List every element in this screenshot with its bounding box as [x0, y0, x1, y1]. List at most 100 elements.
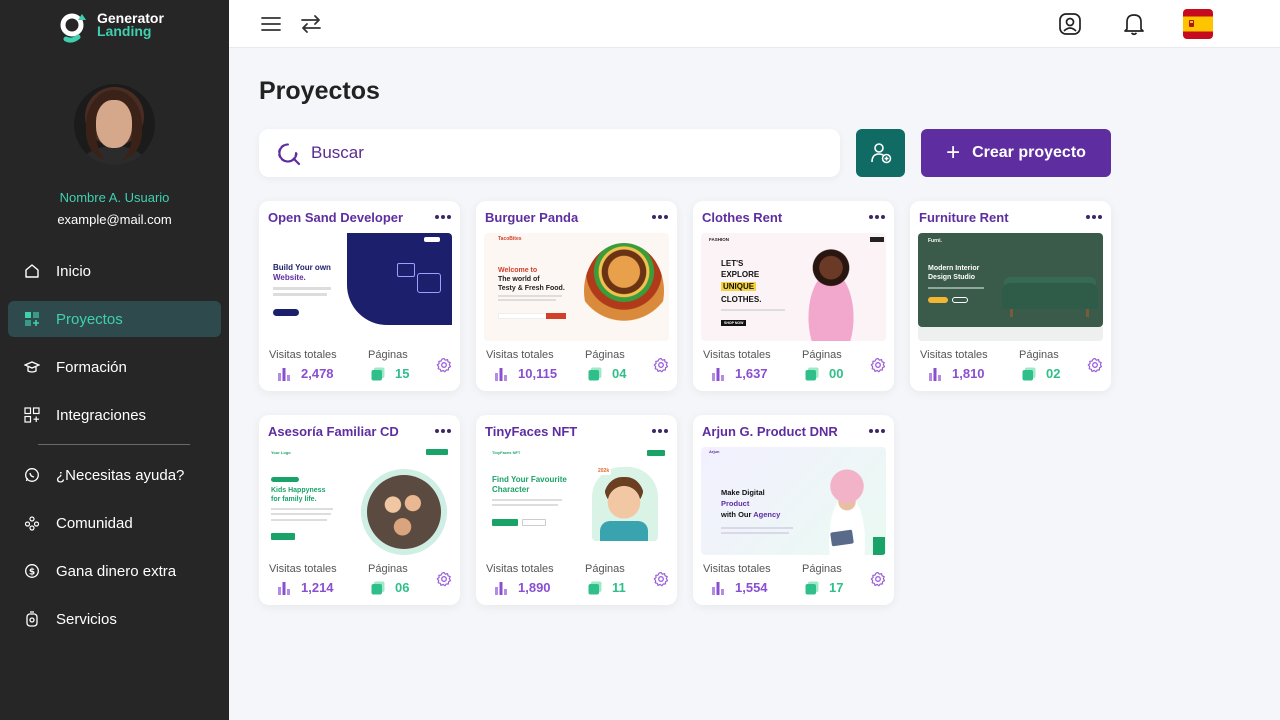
- settings-gear-icon[interactable]: [870, 357, 886, 373]
- language-flag-button[interactable]: [1183, 9, 1213, 39]
- more-options-icon[interactable]: [869, 210, 885, 224]
- community-icon: [24, 515, 40, 531]
- bar-chart-icon: [712, 581, 724, 595]
- add-user-icon: [870, 143, 891, 164]
- project-card[interactable]: Furniture Rent Furni. Modern Interior De…: [910, 201, 1111, 391]
- bell-icon: [1124, 14, 1144, 36]
- settings-gear-icon[interactable]: [870, 571, 886, 587]
- sidebar-item-ayuda[interactable]: ¿Necesitas ayuda?: [8, 457, 221, 493]
- thumb-headline2: for family life.: [271, 496, 317, 503]
- project-thumbnail[interactable]: FASHION LET'S EXPLORE UNIQUE CLOTHES. SH…: [701, 233, 886, 341]
- visits-value: 10,115: [494, 366, 557, 381]
- project-card[interactable]: Arjun G. Product DNR Arjun Make Digital …: [693, 415, 894, 605]
- project-card[interactable]: Asesoría Familiar CD Your Logo Kids Happ…: [259, 415, 460, 605]
- sidebar-item-inicio[interactable]: Inicio: [8, 253, 221, 289]
- brand-name: Generator Landing: [97, 11, 164, 38]
- project-card[interactable]: TinyFaces NFT TinyFaces NFT 202k Find Yo…: [476, 415, 677, 605]
- pages-count: 02: [1046, 366, 1061, 381]
- project-thumbnail[interactable]: TinyFaces NFT 202k Find Your Favourite C…: [484, 447, 669, 555]
- thumb-brand: TinyFaces NFT: [492, 450, 521, 455]
- sidebar-divider: [38, 444, 190, 445]
- sidebar-item-label: Gana dinero extra: [56, 562, 177, 580]
- settings-gear-icon[interactable]: [653, 571, 669, 587]
- visits-label: Visitas totales: [920, 349, 988, 361]
- create-project-label: Crear proyecto: [972, 144, 1086, 161]
- sidebar-item-servicios[interactable]: Servicios: [8, 601, 221, 637]
- search-bar[interactable]: [259, 129, 840, 177]
- project-name[interactable]: Clothes Rent: [702, 210, 782, 225]
- settings-gear-icon[interactable]: [436, 357, 452, 373]
- project-name[interactable]: Open Sand Developer: [268, 210, 403, 225]
- pages-value: 11: [588, 580, 626, 595]
- visits-value: 1,810: [928, 366, 985, 381]
- pages-label: Páginas: [802, 563, 842, 575]
- more-options-icon[interactable]: [1086, 210, 1102, 224]
- visits-label: Visitas totales: [269, 349, 337, 361]
- pages-stack-icon: [588, 367, 602, 380]
- pages-count: 04: [612, 366, 627, 381]
- notifications-button[interactable]: [1120, 10, 1148, 38]
- more-options-icon[interactable]: [869, 424, 885, 438]
- settings-gear-icon[interactable]: [653, 357, 669, 373]
- thumb-headline2: Design Studio: [928, 274, 976, 281]
- sidebar-item-label: Inicio: [56, 262, 92, 280]
- thumb-headline2: Character: [492, 485, 530, 494]
- thumb-headline: LET'S: [721, 259, 744, 268]
- sidebar-item-label: Formación: [56, 358, 127, 376]
- pages-label: Páginas: [585, 349, 625, 361]
- project-thumbnail[interactable]: Furni. Modern Interior Design Studio: [918, 233, 1103, 327]
- search-input[interactable]: [311, 143, 791, 163]
- pages-label: Páginas: [802, 349, 842, 361]
- project-name[interactable]: Asesoría Familiar CD: [268, 424, 399, 439]
- page-title: Proyectos: [259, 77, 380, 105]
- bar-chart-icon: [495, 581, 507, 595]
- create-project-button[interactable]: + Crear proyecto: [921, 129, 1111, 177]
- thumb-brand: FASHION: [709, 237, 730, 242]
- settings-gear-icon[interactable]: [1087, 357, 1103, 373]
- visits-count: 1,890: [518, 580, 551, 595]
- project-card[interactable]: Clothes Rent FASHION LET'S EXPLORE UNIQU…: [693, 201, 894, 391]
- project-card[interactable]: Open Sand Developer Build Your own Websi…: [259, 201, 460, 391]
- project-thumbnail[interactable]: Your Logo Kids Happyness for family life…: [267, 447, 452, 555]
- avatar[interactable]: [74, 84, 155, 165]
- sidebar-item-label: Comunidad: [56, 514, 133, 532]
- visits-value: 1,214: [277, 580, 334, 595]
- project-name[interactable]: TinyFaces NFT: [485, 424, 577, 439]
- visits-value: 1,554: [711, 580, 768, 595]
- pages-stack-icon: [805, 367, 819, 380]
- thumb-headline2: Product: [721, 499, 750, 508]
- menu-button[interactable]: [257, 10, 285, 38]
- logo-mark-icon: [60, 13, 86, 43]
- project-card[interactable]: Burguer Panda TacoBites Welcome to The w…: [476, 201, 677, 391]
- visits-count: 1,810: [952, 366, 985, 381]
- project-name[interactable]: Furniture Rent: [919, 210, 1009, 225]
- whatsapp-icon: [24, 467, 40, 483]
- more-options-icon[interactable]: [435, 424, 451, 438]
- thumb-brand: Arjun: [709, 449, 720, 454]
- sidebar-item-integraciones[interactable]: Integraciones: [8, 397, 221, 433]
- sidebar-item-proyectos[interactable]: Proyectos: [8, 301, 221, 337]
- pages-count: 15: [395, 366, 410, 381]
- svg-text:$: $: [29, 568, 35, 578]
- project-name[interactable]: Burguer Panda: [485, 210, 578, 225]
- more-options-icon[interactable]: [652, 424, 668, 438]
- switch-button[interactable]: [297, 10, 325, 38]
- project-thumbnail[interactable]: Arjun Make Digital Product with Our Agen…: [701, 447, 886, 555]
- sidebar-item-comunidad[interactable]: Comunidad: [8, 505, 221, 541]
- more-options-icon[interactable]: [435, 210, 451, 224]
- brand-logo[interactable]: Generator Landing: [60, 11, 180, 45]
- profile-button[interactable]: [1056, 10, 1084, 38]
- sidebar-item-gana-dinero[interactable]: $ Gana dinero extra: [8, 553, 221, 589]
- project-thumbnail[interactable]: TacoBites Welcome to The world of Testy …: [484, 233, 669, 341]
- more-options-icon[interactable]: [652, 210, 668, 224]
- project-name[interactable]: Arjun G. Product DNR: [702, 424, 838, 439]
- hamburger-icon: [261, 17, 281, 31]
- project-thumbnail[interactable]: Build Your own Website.: [267, 233, 452, 341]
- pages-stack-icon: [805, 581, 819, 594]
- sidebar-item-formacion[interactable]: Formación: [8, 349, 221, 385]
- add-user-button[interactable]: [856, 129, 905, 177]
- thumb-headline: Modern Interior: [928, 265, 980, 272]
- user-square-icon: [1059, 13, 1081, 35]
- pages-value: 04: [588, 366, 626, 381]
- settings-gear-icon[interactable]: [436, 571, 452, 587]
